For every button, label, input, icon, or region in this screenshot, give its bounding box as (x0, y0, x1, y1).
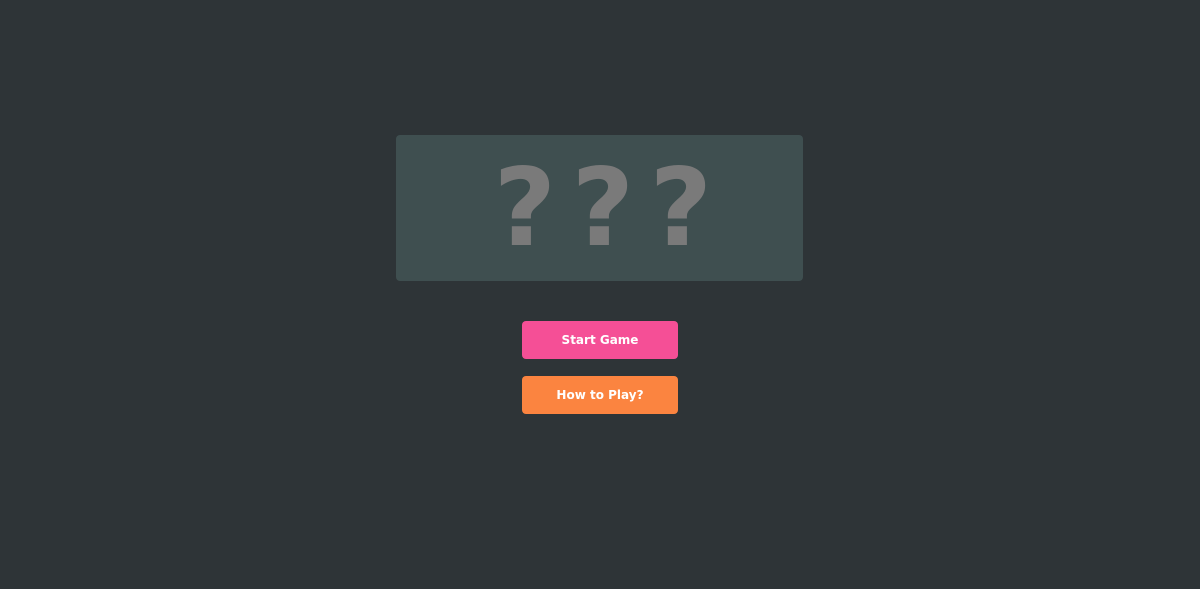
secret-code-slots: ? ? ? (493, 146, 713, 271)
secret-slot-2: ? (571, 146, 635, 271)
secret-slot-1: ? (493, 146, 557, 271)
secret-slot-3: ? (649, 146, 713, 271)
how-to-play-button[interactable]: How to Play? (522, 376, 678, 414)
secret-code-panel: ? ? ? (396, 135, 803, 281)
game-screen: ? ? ? Start Game How to Play? (0, 0, 1200, 589)
start-game-button[interactable]: Start Game (522, 321, 678, 359)
